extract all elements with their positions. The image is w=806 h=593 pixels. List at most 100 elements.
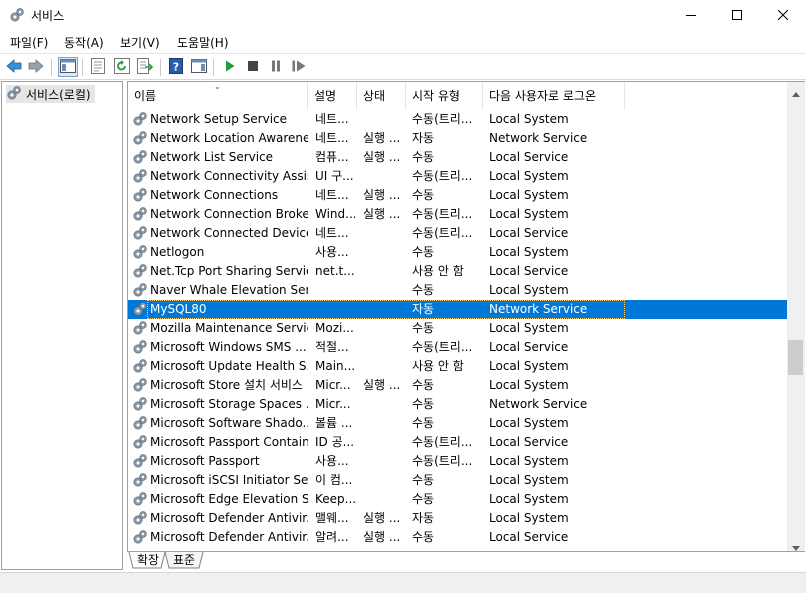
- service-name: Microsoft Storage Spaces ...: [150, 397, 308, 411]
- service-description: Micr...: [315, 397, 351, 411]
- service-gear-icon: [132, 149, 148, 165]
- menu-file[interactable]: 파일(F): [10, 34, 48, 51]
- title-bar[interactable]: 서비스: [0, 0, 806, 31]
- close-button[interactable]: [760, 0, 806, 31]
- column-header-description[interactable]: 설명: [308, 82, 357, 110]
- back-button[interactable]: [5, 58, 23, 76]
- pause-service-button[interactable]: [267, 58, 285, 76]
- help-icon: ?: [169, 57, 183, 77]
- service-log-on-as: Local System: [489, 511, 569, 525]
- maximize-button[interactable]: [714, 0, 760, 31]
- service-description: 네트...: [315, 112, 349, 126]
- services-gear-icon: [6, 85, 22, 104]
- service-log-on-as: Local System: [489, 245, 569, 259]
- menu-help[interactable]: 도움말(H): [177, 34, 229, 51]
- service-startup-type: 수동(트리...: [412, 112, 473, 126]
- service-startup-type: 수동: [412, 473, 435, 487]
- restart-service-button[interactable]: [290, 58, 308, 76]
- show-action-pane-button[interactable]: [190, 58, 208, 76]
- table-row[interactable]: Microsoft Storage Spaces ... Micr... 수동 Net…: [128, 395, 788, 414]
- service-status: [363, 490, 403, 509]
- service-gear-icon: [132, 187, 148, 203]
- console-tree[interactable]: 서비스(로컬): [1, 81, 123, 570]
- column-header-log-on-as[interactable]: 다음 사용자로 로그온: [483, 82, 625, 110]
- services-list[interactable]: ⌄ 이름 설명 상태 시작 유형 다음 사용자로 로그온 Network Set…: [127, 81, 805, 552]
- table-row[interactable]: Microsoft Software Shado... 볼륨 ... 수동 Local…: [128, 414, 788, 433]
- start-service-button[interactable]: [221, 58, 239, 76]
- service-name: Network Connection Broker: [150, 207, 308, 221]
- service-log-on-as: Local Service: [489, 264, 569, 278]
- table-row[interactable]: Microsoft Defender Antivir... 맬웨... 실행 ...…: [128, 509, 788, 528]
- table-row[interactable]: Microsoft Passport Container ID 공... 수동(트리…: [128, 433, 788, 452]
- table-row[interactable]: Network Connection Broker Wind... 실행 ... 수동…: [128, 205, 788, 224]
- properties-button[interactable]: [89, 57, 107, 76]
- service-gear-icon: [132, 472, 148, 488]
- service-log-on-as: Network Service: [489, 302, 588, 316]
- service-log-on-as: Local System: [489, 207, 569, 221]
- vertical-scrollbar[interactable]: [787, 82, 805, 551]
- window-title: 서비스: [31, 9, 65, 23]
- service-description: 이 컴...: [315, 473, 353, 487]
- table-row[interactable]: Network Connections 네트... 실행 ... 수동 Local Sy…: [128, 186, 788, 205]
- table-row[interactable]: Microsoft Passport 사용... 수동(트리... Local Sys…: [128, 452, 788, 471]
- forward-button[interactable]: [27, 58, 45, 76]
- column-header-startup-type[interactable]: 시작 유형: [406, 82, 483, 110]
- help-button[interactable]: ?: [167, 57, 185, 77]
- stop-service-button[interactable]: [244, 58, 262, 76]
- service-log-on-as: Local System: [489, 473, 569, 487]
- tab-extended[interactable]: 확장: [133, 552, 163, 569]
- column-header-status[interactable]: 상태: [357, 82, 406, 110]
- service-status: [363, 414, 403, 433]
- service-description: [315, 281, 355, 300]
- service-name: Network Setup Service: [150, 112, 288, 126]
- menu-action[interactable]: 동작(A): [64, 34, 104, 51]
- table-row[interactable]: Microsoft iSCSI Initiator Se... 이 컴... 수동 L…: [128, 471, 788, 490]
- table-row[interactable]: Network List Service 컴퓨... 실행 ... 수동 Local S…: [128, 148, 788, 167]
- service-startup-type: 수동(트리...: [412, 340, 473, 354]
- scrollbar-thumb[interactable]: [788, 340, 803, 375]
- table-row[interactable]: Mozilla Maintenance Service Mozi... 수동 Loca…: [128, 319, 788, 338]
- table-row[interactable]: Microsoft Update Health S... Main... 사용 안 …: [128, 357, 788, 376]
- table-row[interactable]: Network Connected Device... 네트... 수동(트리...…: [128, 224, 788, 243]
- service-name: Microsoft Store 설치 서비스: [150, 378, 303, 392]
- menu-view[interactable]: 보기(V): [120, 34, 160, 51]
- table-row[interactable]: Microsoft Store 설치 서비스 Micr... 실행 ... 수동 Loc…: [128, 376, 788, 395]
- table-row[interactable]: Network Location Awareness 네트... 실행 ... 자동 N…: [128, 129, 788, 148]
- service-log-on-as: Local Service: [489, 530, 569, 544]
- service-gear-icon: [132, 301, 148, 317]
- scroll-up-arrow-icon[interactable]: [792, 86, 800, 100]
- service-gear-icon: [132, 282, 148, 298]
- service-status: 실행 ...: [363, 188, 401, 202]
- service-log-on-as: Local System: [489, 492, 569, 506]
- export-list-button[interactable]: [136, 57, 154, 76]
- service-gear-icon: [132, 434, 148, 450]
- tab-standard[interactable]: 표준: [169, 552, 199, 569]
- pause-service-icon: [271, 60, 281, 75]
- table-row[interactable]: Microsoft Edge Elevation S... Keep... 수동 Lo…: [128, 490, 788, 509]
- table-row[interactable]: Microsoft Defender Antivir... 알려... 실행 ...…: [128, 528, 788, 547]
- service-startup-type: 수동: [412, 492, 435, 506]
- table-row[interactable]: Microsoft Windows SMS ... 적절... 수동(트리... Lo…: [128, 338, 788, 357]
- service-description: Main...: [315, 359, 355, 373]
- table-row-selected[interactable]: MySQL80 자동 Network Service: [128, 300, 788, 319]
- service-startup-type: 수동: [412, 378, 435, 392]
- minimize-button[interactable]: [668, 0, 714, 31]
- service-status: [363, 452, 403, 471]
- service-name: Microsoft Update Health S...: [150, 359, 308, 373]
- service-startup-type: 수동: [412, 530, 435, 544]
- table-row[interactable]: Netlogon 사용... 수동 Local System: [128, 243, 788, 262]
- table-row[interactable]: Network Setup Service 네트... 수동(트리... Local …: [128, 110, 788, 129]
- service-description: [315, 300, 355, 319]
- service-description: UI 구...: [315, 169, 354, 183]
- service-gear-icon: [132, 453, 148, 469]
- service-gear-icon: [132, 168, 148, 184]
- column-header-name[interactable]: ⌄ 이름: [128, 82, 308, 110]
- table-row[interactable]: Network Connectivity Assis... UI 구... 수동(트…: [128, 167, 788, 186]
- table-row[interactable]: Net.Tcp Port Sharing Service net.t... 사용 안…: [128, 262, 788, 281]
- service-gear-icon: [132, 130, 148, 146]
- refresh-button[interactable]: [113, 57, 131, 76]
- tree-item-services-local[interactable]: 서비스(로컬): [6, 85, 95, 103]
- table-row[interactable]: Naver Whale Elevation Serv... 수동 Local Sys…: [128, 281, 788, 300]
- show-hide-console-tree-button[interactable]: [58, 57, 78, 77]
- toolbar: ?: [0, 53, 806, 80]
